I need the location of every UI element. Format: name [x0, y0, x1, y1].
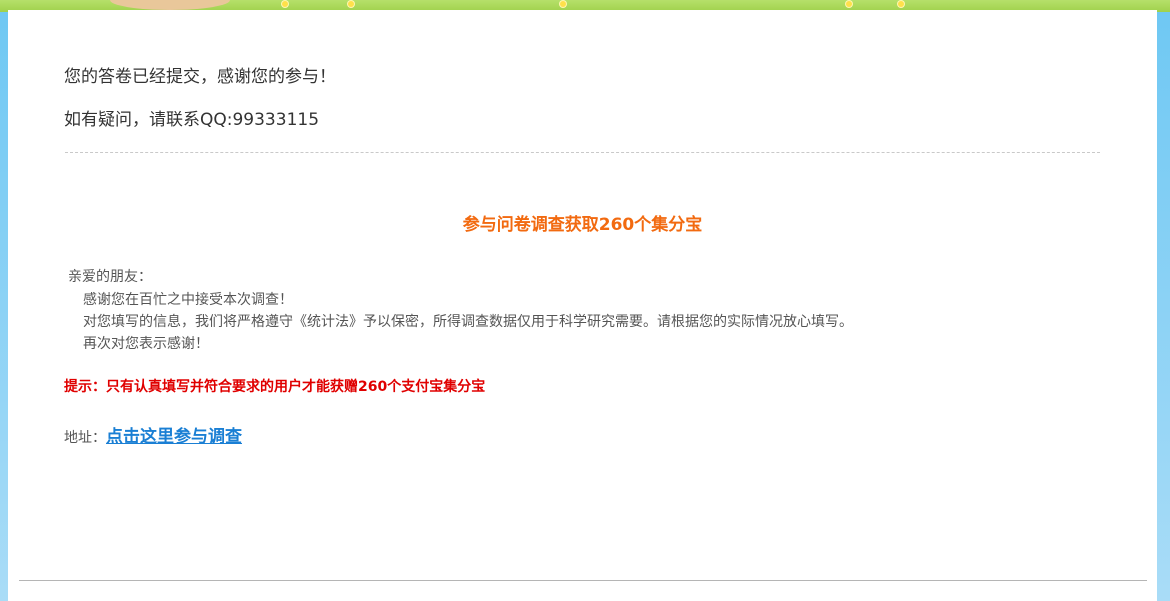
dashed-divider: [65, 152, 1100, 153]
flower-icon: [560, 1, 566, 7]
bottom-divider: [19, 580, 1147, 581]
flower-icon: [846, 1, 852, 7]
tip-text: 提示：只有认真填写并符合要求的用户才能获赠260个支付宝集分宝: [64, 379, 486, 395]
flower-icon: [348, 1, 354, 7]
intro-line: 对您填写的信息，我们将严格遵守《统计法》予以保密，所得调查数据仅用于科学研究需要…: [83, 314, 853, 330]
intro-line: 再次对您表示感谢！: [83, 336, 209, 352]
submission-confirmation-text: 您的答卷已经提交，感谢您的参与！: [64, 67, 336, 87]
greeting-text: 亲爱的朋友：: [68, 269, 152, 285]
address-label: 地址：: [64, 430, 106, 446]
background-left: [0, 12, 8, 601]
background-right: [1157, 12, 1170, 601]
intro-line: 感谢您在百忙之中接受本次调查！: [83, 292, 293, 308]
flower-icon: [898, 1, 904, 7]
content-panel: 您的答卷已经提交，感谢您的参与！ 如有疑问，请联系QQ:99333115 参与问…: [8, 10, 1157, 601]
banner-path-decoration: [110, 0, 230, 10]
promo-headline: 参与问卷调查获取260个集分宝: [462, 215, 703, 235]
address-row: 地址：点击这里参与调查: [64, 422, 242, 447]
survey-link[interactable]: 点击这里参与调查: [106, 427, 242, 447]
flower-icon: [282, 1, 288, 7]
contact-info-text: 如有疑问，请联系QQ:99333115: [64, 110, 320, 130]
